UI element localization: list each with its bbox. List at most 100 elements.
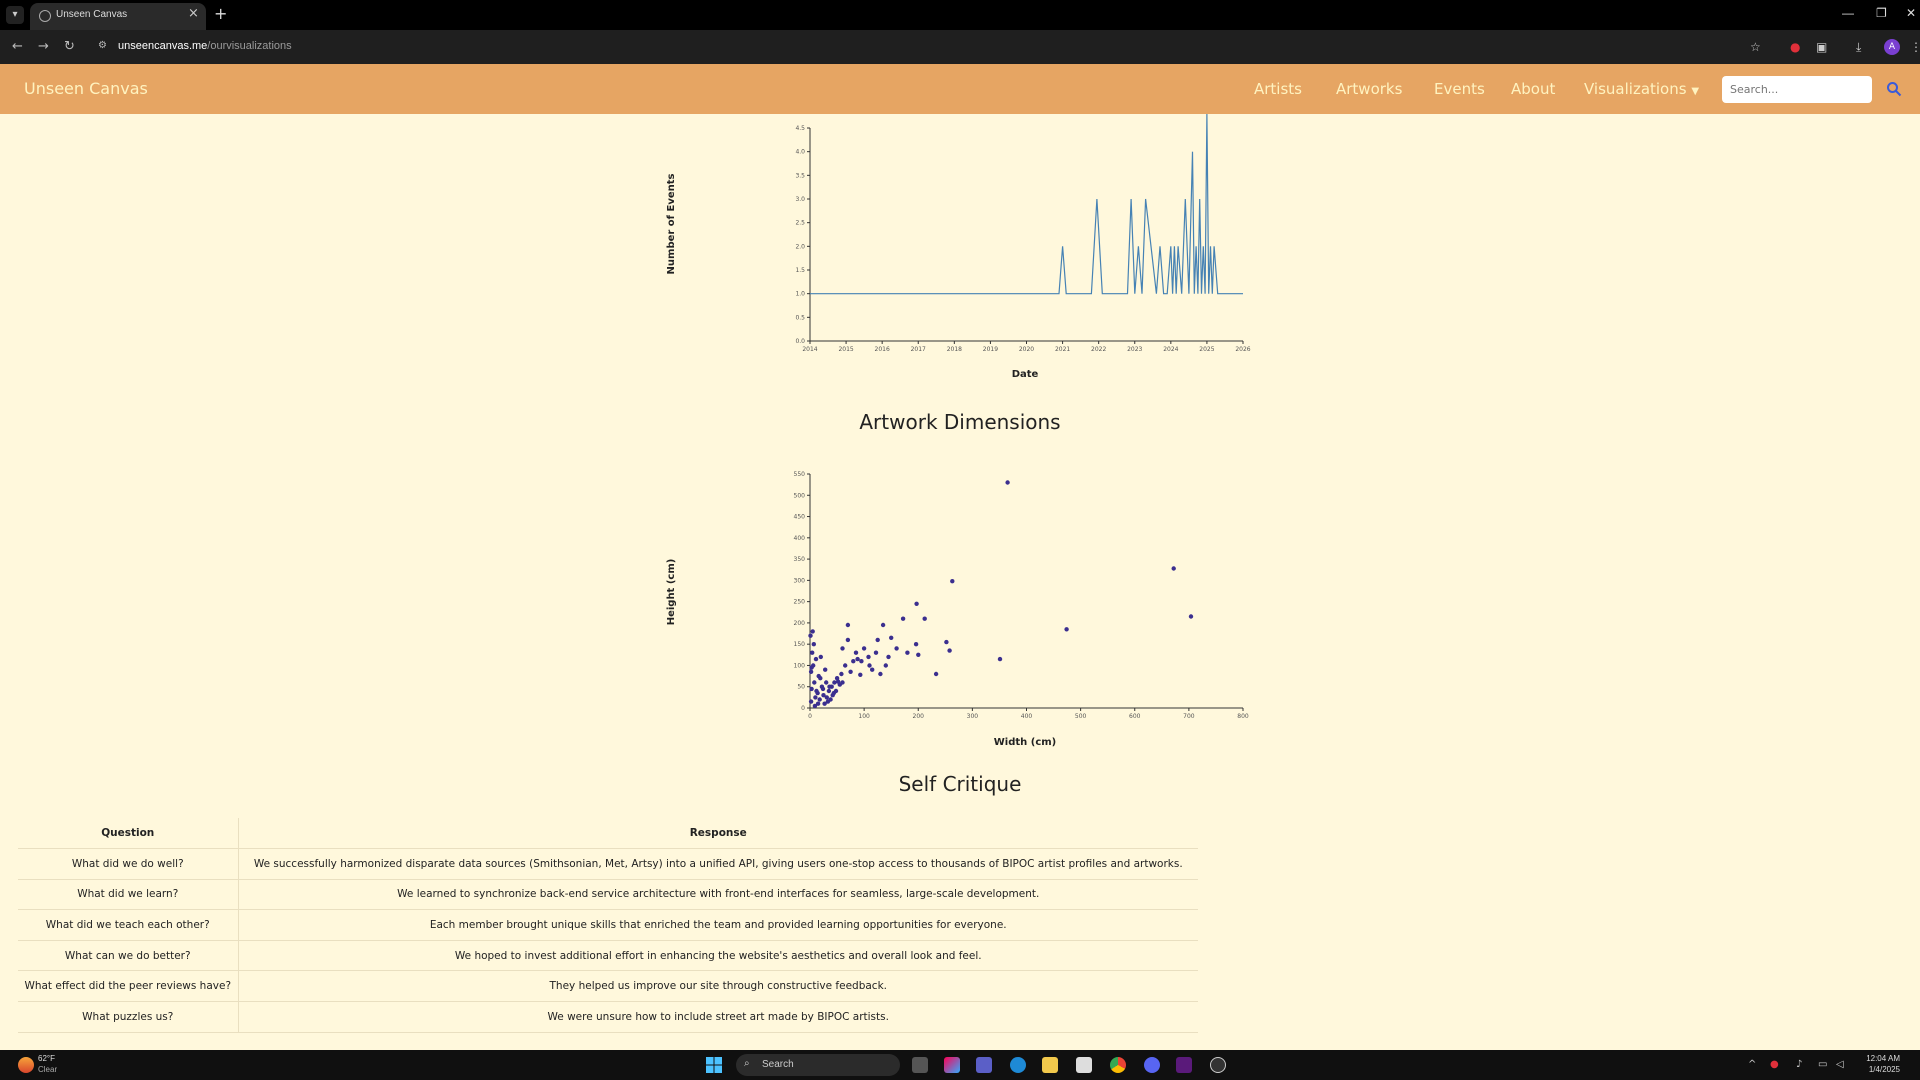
scatter-point	[808, 669, 814, 674]
scatter-point	[905, 650, 910, 655]
chevron-up-icon[interactable]: ^	[1748, 1059, 1756, 1070]
app-icon[interactable]	[1176, 1057, 1192, 1073]
scatter-point	[843, 663, 848, 668]
minimize-button[interactable]: —	[1842, 6, 1854, 20]
clock-time[interactable]: 12:04 AM	[1858, 1054, 1900, 1063]
volume-icon[interactable]: ◁	[1836, 1059, 1844, 1070]
back-button[interactable]: ←	[12, 39, 23, 54]
scatter-point	[947, 648, 952, 653]
dimensions-x-tick-label: 200	[913, 713, 925, 720]
search-icon[interactable]	[1886, 81, 1902, 97]
events-y-tick-label: 4.0	[795, 149, 805, 156]
dimensions-x-tick-label: 800	[1237, 713, 1249, 720]
teams-icon[interactable]	[976, 1057, 992, 1073]
dimensions-points	[808, 480, 1194, 709]
discord-icon[interactable]	[1144, 1057, 1160, 1073]
nav-artworks[interactable]: Artworks	[1336, 80, 1402, 98]
events-y-axis-label: Number of Events	[666, 173, 677, 274]
maximize-button[interactable]: ❐	[1876, 6, 1887, 20]
close-window-button[interactable]: ✕	[1906, 6, 1916, 20]
table-row: What did we do well? We successfully harm…	[18, 848, 1198, 880]
weather-temperature: 62°F	[38, 1054, 55, 1063]
extensions-puzzle-icon[interactable]: ▣	[1816, 40, 1827, 54]
download-icon[interactable]: ⤓	[1856, 40, 1861, 55]
question-cell: What did we teach each other?	[18, 909, 239, 941]
search-input[interactable]	[1722, 76, 1872, 103]
response-cell: We learned to synchronize back-end servi…	[238, 879, 1198, 911]
extension-icon[interactable]: ●	[1790, 40, 1800, 54]
events-line-chart: 2014 2015 2016 2017 2018 2019 2020 2021 2022 2023…	[666, 114, 1251, 380]
nav-artists[interactable]: Artists	[1254, 80, 1302, 98]
scatter-point	[1171, 566, 1176, 571]
site-info-icon[interactable]: ⚙	[98, 40, 110, 52]
dimensions-y-axis-label: Height (cm)	[666, 559, 677, 626]
events-x-tick-label: 2024	[1163, 346, 1178, 353]
scatter-point	[873, 650, 879, 655]
dimensions-x-tick-label: 700	[1183, 713, 1195, 720]
scatter-point	[817, 697, 822, 702]
profile-avatar[interactable]: A	[1884, 39, 1900, 55]
forward-button[interactable]: →	[38, 39, 49, 54]
browser-toolbar: ← → ↻ ⚙ unseencanvas.me/ourvisualization…	[0, 30, 1920, 64]
self-critique-title: Self Critique	[898, 772, 1022, 796]
network-icon[interactable]: ▭	[1818, 1059, 1827, 1070]
scatter-point	[824, 680, 829, 685]
clock-date[interactable]: 1/4/2025	[1858, 1065, 1900, 1074]
events-x-tick-label: 2022	[1091, 346, 1106, 353]
browser-tab[interactable]: Unseen Canvas ×	[30, 3, 206, 30]
brand-logo[interactable]: Unseen Canvas	[24, 79, 148, 98]
table-row: What can we do better? We hoped to invest…	[18, 940, 1198, 972]
nav-events[interactable]: Events	[1434, 80, 1485, 98]
nav-about[interactable]: About	[1511, 80, 1555, 98]
events-y-tick-label: 0.0	[795, 338, 805, 345]
chrome-icon[interactable]	[1110, 1057, 1126, 1073]
dimensions-y-tick-label: 0	[801, 705, 805, 712]
column-header-response: Response	[238, 818, 1198, 850]
dimensions-y-tick-label: 250	[794, 599, 806, 606]
scatter-point	[859, 659, 864, 664]
bookmark-star-icon[interactable]: ☆	[1750, 40, 1761, 54]
taskbar-search-box[interactable]: ⌕ Search	[736, 1054, 900, 1076]
table-row: What effect did the peer reviews have? Th…	[18, 970, 1198, 1003]
new-tab-button[interactable]: +	[214, 4, 227, 23]
windows-taskbar: 62°F Clear ⌕ Search ^ ● ♪ ▭ ◁ 12:04 AM 1…	[0, 1050, 1920, 1080]
weather-icon[interactable]	[18, 1057, 34, 1073]
file-explorer-icon[interactable]	[1042, 1057, 1058, 1073]
menu-kebab-icon[interactable]: ⋮	[1910, 40, 1920, 54]
response-cell: We successfully harmonized disparate dat…	[238, 848, 1198, 880]
copilot-icon[interactable]	[944, 1057, 960, 1073]
events-y-tick-label: 2.5	[795, 220, 805, 227]
windows-start-icon[interactable]	[706, 1057, 722, 1073]
store-icon[interactable]	[1076, 1057, 1092, 1073]
scatter-point	[818, 654, 823, 660]
question-cell: What can we do better?	[18, 940, 239, 972]
dimensions-x-tick-label: 300	[967, 713, 979, 720]
nav-visualizations-dropdown[interactable]: Visualizations ▼	[1584, 80, 1699, 98]
scatter-point	[944, 639, 949, 645]
scatter-point	[900, 616, 906, 621]
response-cell: We hoped to invest additional effort in …	[238, 940, 1198, 972]
scatter-point	[812, 680, 817, 685]
scatter-point	[933, 671, 939, 677]
task-view-icon[interactable]	[912, 1057, 928, 1073]
reload-button[interactable]: ↻	[64, 39, 75, 54]
microphone-icon[interactable]: ♪	[1796, 1059, 1802, 1070]
scatter-point	[845, 622, 851, 628]
scatter-point	[820, 686, 826, 692]
address-bar[interactable]: ⚙ unseencanvas.me/ourvisualizations	[92, 35, 1772, 59]
settings-icon[interactable]	[1210, 1057, 1226, 1073]
table-row: What puzzles us? We were unsure how to in…	[18, 1001, 1198, 1033]
scatter-point	[813, 695, 818, 700]
tab-search-button[interactable]: ▾	[6, 6, 24, 24]
close-tab-icon[interactable]: ×	[188, 6, 199, 21]
scatter-point	[894, 646, 899, 651]
dimensions-y-tick-label: 450	[794, 514, 806, 521]
dimensions-axes: 0 100 200 300 400 500 600 700 800 0 50 100 150 200 250…	[794, 471, 1249, 720]
edge-icon[interactable]	[1010, 1057, 1026, 1073]
dimensions-x-axis-label: Width (cm)	[994, 737, 1057, 748]
dimensions-x-tick-label: 500	[1075, 713, 1087, 720]
scatter-point	[1188, 614, 1194, 619]
scatter-point	[1064, 627, 1069, 632]
tray-app-icon[interactable]: ●	[1770, 1059, 1779, 1070]
scatter-point	[808, 633, 813, 638]
